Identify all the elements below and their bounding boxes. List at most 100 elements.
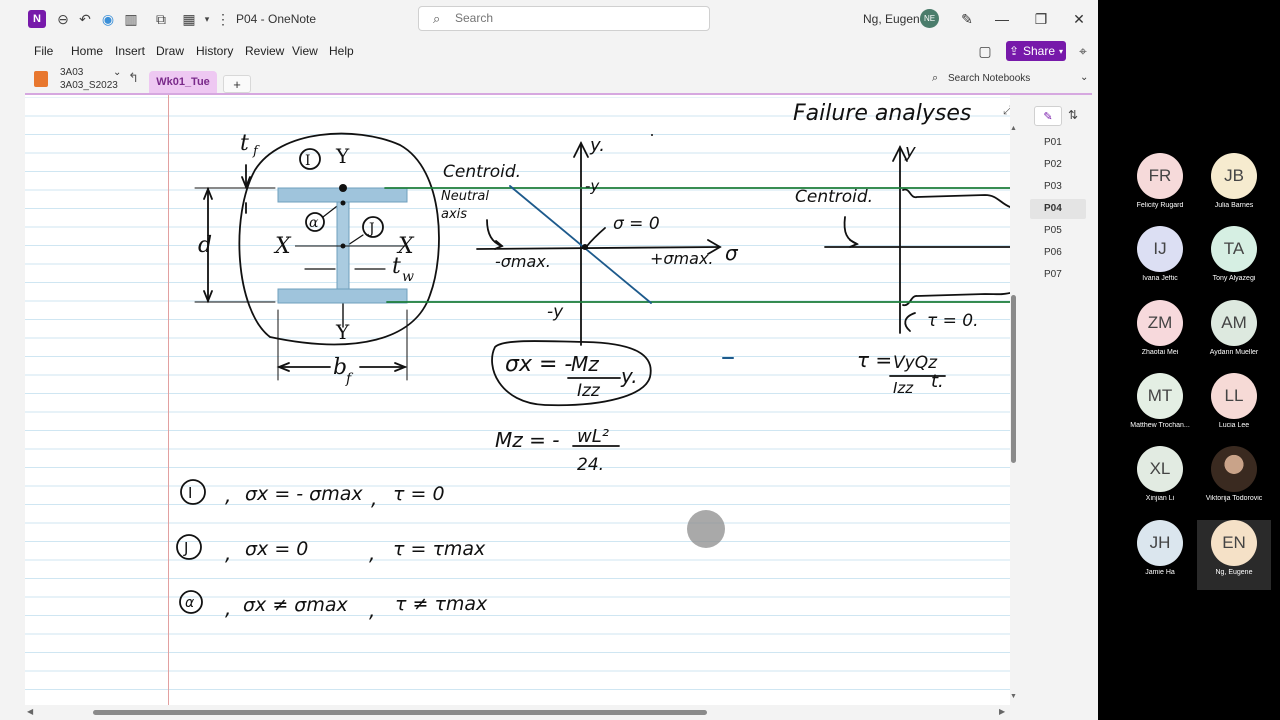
minimize-button[interactable]: — [990,8,1014,30]
sync-icon[interactable]: ◉ [99,10,117,28]
page-item-p01[interactable]: P01 [1030,133,1086,153]
row-i-label: I [188,484,192,502]
back-arrow-icon[interactable]: ↰ [128,70,139,86]
row-i-sigma: σx = - σmax [245,483,363,505]
notebook-icon[interactable] [34,71,48,87]
shapes-icon[interactable]: ⧉ [152,10,170,28]
participant-tile[interactable]: JH Jamie Ha [1123,519,1197,590]
document-title: P04 - OneNote [236,12,317,26]
menu-insert[interactable]: Insert [115,44,145,58]
label-bf-sub: f [345,371,354,387]
participant-tile[interactable]: Viktorija Todorovic [1197,446,1271,516]
tab-wk01-tue[interactable]: Wk01_Tue [149,71,217,93]
label-bf: b [333,355,347,380]
onenote-window: N ⊖ ↶ ◉ ▥ ⧉ ▦ ▾ ⋮ P04 - OneNote ⌕ Ng, Eu… [0,0,1098,720]
expand-icon[interactable]: ⤢ [1003,103,1010,118]
share-button[interactable]: ⇪ Share ▾ [1006,41,1066,61]
menu-file[interactable]: File [34,44,53,58]
participant-tile[interactable]: EN Ng, Eugene [1197,519,1271,590]
menu-view[interactable]: View [292,44,318,58]
user-name[interactable]: Ng, Eugene [863,12,926,26]
scroll-left-icon[interactable]: ◀ [27,707,33,716]
participant-tile[interactable]: LL Lucia Lee [1197,372,1271,443]
page-item-p04[interactable]: P04 [1030,199,1086,219]
participant-name: Aydann Mueller [1209,348,1259,356]
page-item-p06[interactable]: P06 [1030,243,1086,263]
participant-name: Xinjian Li [1145,495,1175,503]
label-point-i: I [305,153,311,169]
horizontal-scrollbar[interactable]: ◀ ▶ [25,706,1010,718]
ink-tau0-pointer [904,312,916,332]
participant-tile[interactable]: IJ Ivana Jeftic [1123,226,1197,296]
ink-sigma0-pointer [586,227,606,247]
menu-draw[interactable]: Draw [156,44,184,58]
pin-icon[interactable]: ⌖ [1074,42,1092,60]
menu-bar: File Home Insert Draw History Review Vie… [0,38,1098,64]
row-i-comma2: , [371,486,377,510]
formula-num: Mz [571,352,599,376]
section-group-name[interactable]: 3A03_S2023 [60,80,118,91]
close-button[interactable]: ✕ [1067,8,1091,30]
page-item-p07[interactable]: P07 [1030,265,1086,285]
row-a-sigma: σx ≠ σmax [243,594,348,616]
pen-tools-icon[interactable]: ▥ [122,10,140,28]
participant-name: Julia Barnes [1214,202,1254,209]
menu-home[interactable]: Home [71,44,103,58]
participant-tile[interactable]: JB Julia Barnes [1197,153,1271,223]
notebook-name[interactable]: 3A03 [60,67,83,78]
note-neutral-axis: Neutral [441,189,489,204]
horizontal-scroll-thumb[interactable] [93,710,707,715]
participant-tile[interactable]: ZM Zhaotai Mei [1123,299,1197,370]
note-y-top: -y [585,177,600,195]
participant-tile[interactable]: AM Aydann Mueller [1197,299,1271,370]
vertical-scrollbar[interactable]: ▲ ▼ [1010,95,1018,705]
row-a-comma2: , [369,598,375,622]
undo-icon[interactable]: ↶ [76,10,94,28]
page-item-p05[interactable]: P05 [1030,221,1086,241]
overflow-icon[interactable]: ⋮ [214,10,232,28]
add-page-button[interactable]: ✎ [1034,106,1062,126]
scroll-right-icon[interactable]: ▶ [999,707,1005,716]
participant-name: Zhaotai Mei [1141,348,1179,356]
participant-avatar: EN [1211,519,1257,566]
participant-name: Felicity Rugard [1136,202,1184,209]
table-icon[interactable]: ▦ [180,10,198,28]
pen-icon[interactable]: ✎ [955,8,979,30]
shear-lhs: τ = [857,348,892,372]
restore-button[interactable]: ❐ [1029,8,1053,30]
add-section-button[interactable]: + [223,75,251,93]
participant-tile[interactable]: MT Matthew Trochan... [1123,372,1197,443]
participant-avatar: ZM [1137,299,1183,346]
search-input[interactable] [455,11,695,25]
back-icon[interactable]: ⊖ [54,10,72,28]
row-j-sigma: σx = 0 [245,538,308,560]
search-box[interactable]: ⌕ [418,6,710,31]
menu-help[interactable]: Help [329,44,354,58]
page-item-p02[interactable]: P02 [1030,155,1086,175]
note-centroid-right: Centroid. [795,187,873,207]
notebook-bar: 3A03 3A03_S2023 ⌄ ↰ Wk01_Tue + ⌕ Search … [0,64,1098,94]
note-canvas[interactable]: t f d Y Y X X t w b f I J α Failure anal… [25,95,1010,705]
participant-name: Matthew Trochan... [1130,421,1190,429]
chevron-down-icon[interactable]: ⌄ [113,67,121,78]
vertical-scroll-thumb[interactable] [1011,295,1016,463]
sort-icon[interactable]: ⇅ [1068,108,1078,122]
immersive-reader-icon[interactable]: ▢ [976,42,994,60]
row-i-tau: τ = 0 [393,483,445,505]
row-a-comma: , [225,596,231,620]
participant-tile[interactable]: XL Xinjian Li [1123,446,1197,516]
participant-tile[interactable]: FR Felicity Rugard [1123,153,1197,223]
participant-name: Jamie Ha [1145,568,1175,576]
note-sigma-zero: σ = 0 [613,214,660,234]
menu-history[interactable]: History [196,44,233,58]
participant-tile[interactable]: TA Tony Alyazegi [1197,226,1271,296]
shear-t: t. [931,371,944,392]
page-item-p03[interactable]: P03 [1030,177,1086,197]
user-avatar[interactable]: NE [920,9,939,28]
menu-review[interactable]: Review [245,44,284,58]
scroll-up-icon[interactable]: ▲ [1010,125,1017,132]
search-notebooks[interactable]: ⌕ Search Notebooks ⌄ [926,70,1092,90]
participants-panel: FR Felicity Rugard JB Julia Barnes IJ Ivana J… [1098,0,1280,720]
row-j-tau: τ = τmax [393,538,486,560]
scroll-down-icon[interactable]: ▼ [1010,693,1017,700]
